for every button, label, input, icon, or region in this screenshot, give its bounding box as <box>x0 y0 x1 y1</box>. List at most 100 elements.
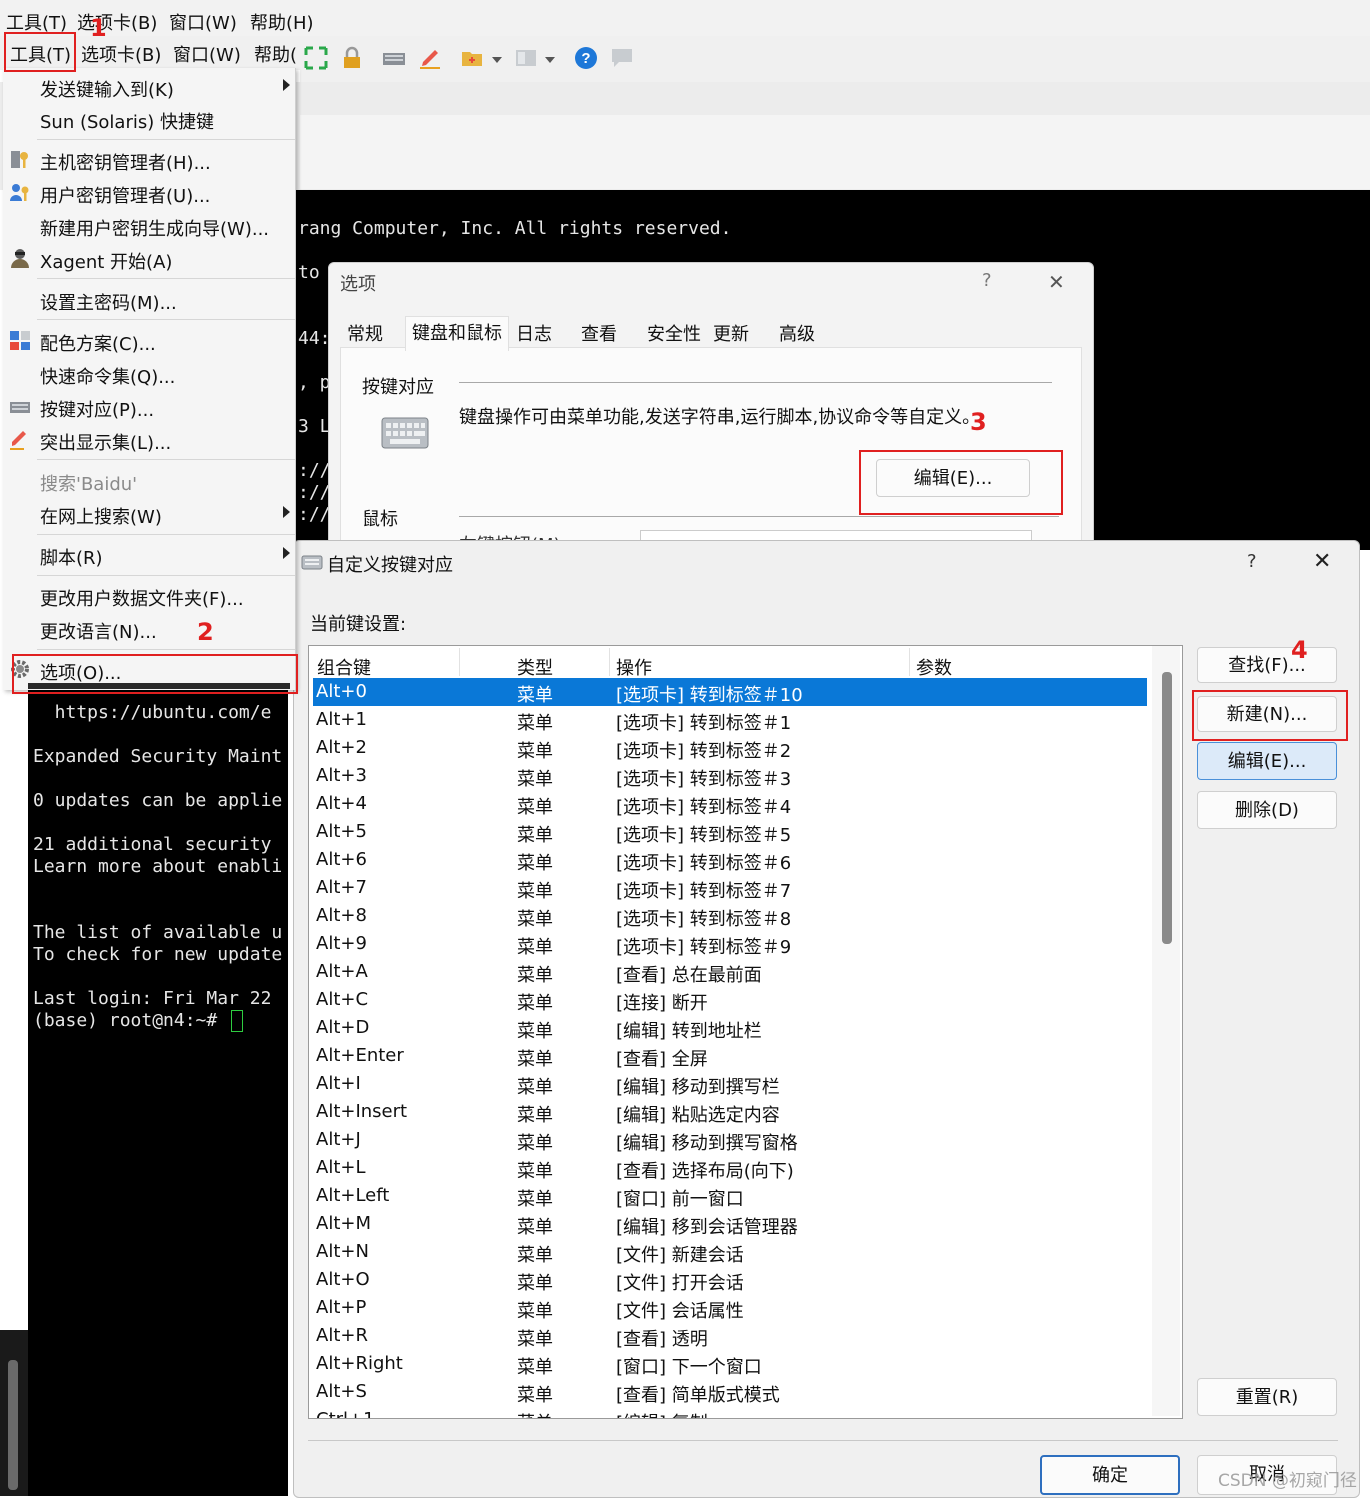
left-scrollbar[interactable] <box>0 1330 28 1496</box>
new-folder-icon[interactable] <box>460 46 484 70</box>
terminal-line: rang Computer, Inc. All rights reserved. <box>298 218 732 239</box>
type-cell: 菜单 <box>517 713 553 734</box>
menu-item-host-key-manager[interactable]: 主机密钥管理者(H)... <box>40 149 211 175</box>
annotation-number-4: 4 <box>1291 636 1308 664</box>
tab-general[interactable]: 常规 <box>347 320 383 348</box>
highlight-toolbar-icon[interactable] <box>418 46 442 70</box>
key-combination-cell: Alt+O <box>316 1269 370 1290</box>
key-combination-cell: Alt+0 <box>316 681 367 702</box>
list-scroll-thumb[interactable] <box>1162 672 1172 944</box>
menu-item-web-search[interactable]: 在网上搜索(W) <box>40 503 162 529</box>
dropdown-arrow-icon[interactable] <box>545 57 555 63</box>
menu-tabs[interactable]: 选项卡(B) <box>81 41 161 67</box>
column-header-param[interactable]: 参数 <box>916 654 952 680</box>
delete-button[interactable]: 删除(D) <box>1197 791 1337 829</box>
table-row[interactable]: Alt+L 菜单 [查看] 选择布局(向下) <box>313 1154 1147 1182</box>
column-header-type[interactable]: 类型 <box>517 654 553 680</box>
menu-item-new-user-key-wizard[interactable]: 新建用户密钥生成向导(W)... <box>40 215 269 241</box>
type-cell: 菜单 <box>517 909 553 930</box>
tab-keyboard-mouse[interactable]: 键盘和鼠标 <box>405 316 509 351</box>
menu-item-quick-commands[interactable]: 快速命令集(Q)... <box>40 363 175 389</box>
terminal-line: 44: <box>298 328 331 349</box>
menu-item-user-key-manager[interactable]: 用户密钥管理者(U)... <box>40 182 210 208</box>
type-cell: 菜单 <box>517 1133 553 1154</box>
chat-icon[interactable] <box>610 46 634 70</box>
terminal-line: Last login: Fri Mar 22 <box>33 988 272 1009</box>
table-row[interactable]: Alt+N 菜单 [文件] 新建会话 <box>313 1238 1147 1266</box>
table-row[interactable]: Alt+M 菜单 [编辑] 移到会话管理器 <box>313 1210 1147 1238</box>
dropdown-arrow-icon[interactable] <box>492 57 502 63</box>
table-row[interactable]: Alt+J 菜单 [编辑] 移动到撰写窗格 <box>313 1126 1147 1154</box>
table-row[interactable]: Alt+7 菜单 [选项卡] 转到标签＃7 <box>313 874 1147 902</box>
table-row[interactable]: Alt+1 菜单 [选项卡] 转到标签＃1 <box>313 706 1147 734</box>
type-cell: 菜单 <box>517 1409 553 1418</box>
table-row[interactable]: Alt+Enter 菜单 [查看] 全屏 <box>313 1042 1147 1070</box>
menu-item-key-mapping[interactable]: 按键对应(P)... <box>40 396 154 422</box>
fullscreen-icon[interactable] <box>304 46 328 70</box>
table-row[interactable]: Alt+A 菜单 [查看] 总在最前面 <box>313 958 1147 986</box>
tab-log[interactable]: 日志 <box>516 320 552 348</box>
table-row[interactable]: Alt+I 菜单 [编辑] 移动到撰写栏 <box>313 1070 1147 1098</box>
menu-item-change-data-folder[interactable]: 更改用户数据文件夹(F)... <box>40 585 244 611</box>
type-cell: 菜单 <box>517 881 553 902</box>
options-help-button[interactable]: ? <box>982 270 992 291</box>
table-row[interactable]: Alt+5 菜单 [选项卡] 转到标签＃5 <box>313 818 1147 846</box>
table-row[interactable]: Ctrl+1 菜单 [编辑] 复制 <box>313 1406 1147 1418</box>
table-row[interactable]: Alt+6 菜单 [选项卡] 转到标签＃6 <box>313 846 1147 874</box>
column-header-key[interactable]: 组合键 <box>317 654 371 680</box>
find-button[interactable]: 查找(F)... <box>1197 647 1337 683</box>
keymap-close-button[interactable]: ✕ <box>1313 549 1331 574</box>
table-row[interactable]: Alt+P 菜单 [文件] 会话属性 <box>313 1294 1147 1322</box>
keymap-list[interactable]: 组合键 类型 操作 参数 Alt+0 菜单 [选项卡] 转到标签＃10 Alt+1 菜单… <box>308 645 1183 1419</box>
menu-item-change-language[interactable]: 更改语言(N)... <box>40 618 157 644</box>
menu-item-set-master-password[interactable]: 设置主密码(M)... <box>40 289 177 315</box>
menu-window[interactable]: 窗口(W) <box>173 41 241 67</box>
terminal-lower[interactable]: https://ubuntu.com/e Expanded Security M… <box>28 688 288 1496</box>
type-cell: 菜单 <box>517 1273 553 1294</box>
table-row[interactable]: Alt+R 菜单 [查看] 透明 <box>313 1322 1147 1350</box>
table-row[interactable]: Alt+O 菜单 [文件] 打开会话 <box>313 1266 1147 1294</box>
table-row[interactable]: Alt+S 菜单 [查看] 简单版式模式 <box>313 1378 1147 1406</box>
menu-item-highlight-sets[interactable]: 突出显示集(L)... <box>40 429 171 455</box>
key-combination-cell: Alt+D <box>316 1017 370 1038</box>
terminal-line: :// <box>298 504 331 525</box>
table-row[interactable]: Alt+8 菜单 [选项卡] 转到标签＃8 <box>313 902 1147 930</box>
table-row[interactable]: Alt+C 菜单 [连接] 断开 <box>313 986 1147 1014</box>
layout-icon[interactable] <box>514 46 538 70</box>
table-row[interactable]: Alt+Right 菜单 [窗口] 下一个窗口 <box>313 1350 1147 1378</box>
table-row[interactable]: Alt+D 菜单 [编辑] 转到地址栏 <box>313 1014 1147 1042</box>
color-scheme-icon <box>10 331 30 350</box>
menu-window-bg[interactable]: 窗口(W) <box>169 9 237 35</box>
menu-item-script[interactable]: 脚本(R) <box>40 544 103 570</box>
table-row[interactable]: Alt+9 菜单 [选项卡] 转到标签＃9 <box>313 930 1147 958</box>
table-row[interactable]: Alt+Left 菜单 [窗口] 前一窗口 <box>313 1182 1147 1210</box>
reset-button[interactable]: 重置(R) <box>1197 1378 1337 1416</box>
menu-item-color-scheme[interactable]: 配色方案(C)... <box>40 330 156 356</box>
table-row[interactable]: Alt+0 菜单 [选项卡] 转到标签＃10 <box>313 678 1147 706</box>
tab-advanced[interactable]: 高级 <box>779 320 815 348</box>
menu-item-sun-keys[interactable]: Sun (Solaris) 快捷键 <box>40 108 214 134</box>
table-row[interactable]: Alt+3 菜单 [选项卡] 转到标签＃3 <box>313 762 1147 790</box>
menu-help[interactable]: 帮助( <box>254 41 297 67</box>
table-row[interactable]: Alt+4 菜单 [选项卡] 转到标签＃4 <box>313 790 1147 818</box>
tab-update[interactable]: 更新 <box>713 320 749 348</box>
tab-security[interactable]: 安全性 <box>647 320 701 348</box>
menu-help-bg[interactable]: 帮助(H) <box>250 9 314 35</box>
lock-icon[interactable] <box>340 46 364 70</box>
keymap-help-button[interactable]: ? <box>1247 551 1257 572</box>
ok-button[interactable]: 确定 <box>1040 1455 1180 1495</box>
options-close-button[interactable]: ✕ <box>1048 270 1065 294</box>
tab-view[interactable]: 查看 <box>581 320 617 348</box>
table-row[interactable]: Alt+2 菜单 [选项卡] 转到标签＃2 <box>313 734 1147 762</box>
column-header-action[interactable]: 操作 <box>616 654 652 680</box>
help-icon[interactable]: ? <box>574 46 598 70</box>
scroll-thumb[interactable] <box>8 1360 18 1490</box>
table-row[interactable]: Alt+Insert 菜单 [编辑] 粘贴选定内容 <box>313 1098 1147 1126</box>
terminal-line: Expanded Security Maint <box>33 746 283 767</box>
menu-item-send-keys[interactable]: 发送键输入到(K) <box>40 76 174 102</box>
key-combination-cell: Alt+R <box>316 1325 368 1346</box>
keyboard-toolbar-icon[interactable] <box>382 46 406 70</box>
menu-item-xagent-start[interactable]: Xagent 开始(A) <box>40 248 172 274</box>
menu-separator <box>37 534 295 535</box>
edit-button[interactable]: 编辑(E)... <box>1197 742 1337 780</box>
